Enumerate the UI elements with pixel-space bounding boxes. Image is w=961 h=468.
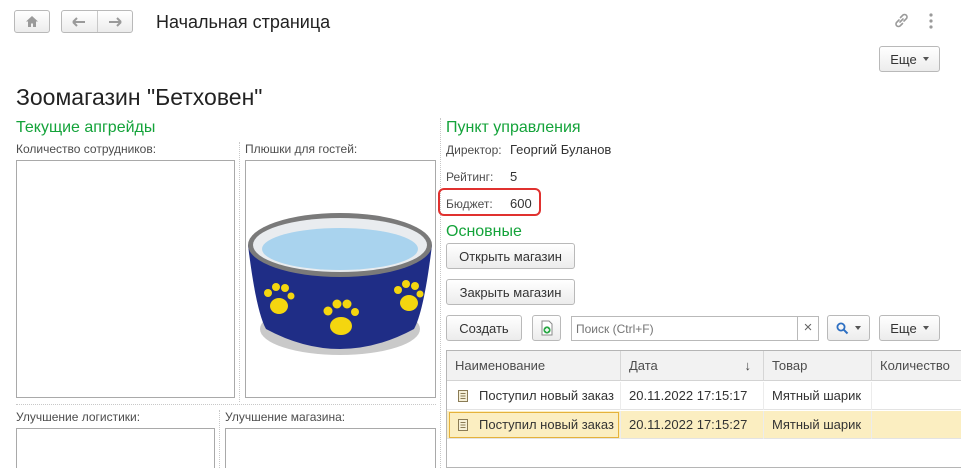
rating-label: Рейтинг: xyxy=(446,170,494,184)
treats-label: Плюшки для гостей: xyxy=(245,142,358,156)
header-more-button[interactable]: Еще xyxy=(879,46,940,72)
column-header-qty[interactable]: Количество xyxy=(872,351,961,381)
link-icon[interactable] xyxy=(893,12,910,29)
budget-value: 600 xyxy=(510,196,532,211)
order-name: Поступил новый заказ xyxy=(479,388,614,403)
table-cell-date: 20.11.2022 17:15:27 xyxy=(621,411,764,439)
header-more-label: Еще xyxy=(890,51,917,67)
page-title: Зоомагазин "Бетховен" xyxy=(16,84,263,110)
column-header-date[interactable]: Дата ↓ xyxy=(621,351,764,381)
table-cell-name: Поступил новый заказ xyxy=(447,382,621,410)
section-divider xyxy=(16,404,436,405)
document-icon xyxy=(458,390,468,402)
table-cell-item: Мятный шарик xyxy=(764,411,872,439)
home-button[interactable] xyxy=(14,10,50,33)
dropdown-arrow-icon xyxy=(922,326,929,330)
table-cell-item: Мятный шарик xyxy=(764,382,872,410)
create-button[interactable]: Создать xyxy=(446,315,522,341)
arrow-right-icon xyxy=(108,16,122,27)
logistics-label: Улучшение логистики: xyxy=(16,410,141,424)
document-add-icon xyxy=(541,320,552,336)
column-header-date-label: Дата xyxy=(629,358,658,373)
document-icon xyxy=(458,419,468,431)
arrow-left-icon xyxy=(72,16,86,27)
sort-arrow-icon: ↓ xyxy=(744,358,752,373)
store-picture xyxy=(225,428,436,468)
table-cell-qty xyxy=(872,382,961,410)
more-vertical-icon[interactable] xyxy=(928,12,934,30)
table-row[interactable]: Поступил новый заказ 20.11.2022 17:15:17… xyxy=(447,382,961,410)
rating-value: 5 xyxy=(510,169,518,184)
table-cell-qty xyxy=(872,411,961,439)
table-cell-date: 20.11.2022 17:15:17 xyxy=(621,382,764,410)
search-options-button[interactable] xyxy=(827,315,870,341)
column-header-item[interactable]: Товар xyxy=(764,351,872,381)
logistics-picture xyxy=(16,428,215,468)
window-title: Начальная страница xyxy=(156,12,331,32)
budget-label: Бюджет: xyxy=(446,197,493,211)
column-header-name[interactable]: Наименование xyxy=(447,351,621,381)
dropdown-arrow-icon xyxy=(922,57,929,61)
store-label: Улучшение магазина: xyxy=(225,410,346,424)
director-value: Георгий Буланов xyxy=(510,142,612,157)
search-clear-button[interactable]: × xyxy=(797,316,819,341)
table-header: Наименование Дата ↓ Товар Количество xyxy=(447,351,961,381)
list-more-button[interactable]: Еще xyxy=(879,315,940,341)
main-divider xyxy=(440,118,441,468)
upgrades-title: Текущие апгрейды xyxy=(16,119,156,136)
staff-label: Количество сотрудников: xyxy=(16,142,157,156)
back-button[interactable] xyxy=(62,11,98,32)
column-divider xyxy=(239,142,240,402)
director-label: Директор: xyxy=(446,143,502,157)
add-from-file-button[interactable] xyxy=(532,315,561,341)
control-title: Пункт управления xyxy=(446,119,581,136)
treats-picture xyxy=(245,160,436,398)
dog-bowl-icon xyxy=(248,213,432,355)
table-cell-name: Поступил новый заказ xyxy=(447,411,621,439)
orders-table[interactable]: Наименование Дата ↓ Товар Количество Пос… xyxy=(446,350,961,468)
open-store-button[interactable]: Открыть магазин xyxy=(446,243,575,269)
search-input[interactable] xyxy=(572,317,797,340)
search-field[interactable] xyxy=(571,316,797,341)
nav-button-group xyxy=(61,10,133,33)
table-row-selected[interactable]: Поступил новый заказ 20.11.2022 17:15:27… xyxy=(447,411,961,439)
close-store-button[interactable]: Закрыть магазин xyxy=(446,279,575,305)
search-icon xyxy=(836,322,849,334)
column-divider-2 xyxy=(219,410,220,468)
home-icon xyxy=(26,16,38,27)
forward-button[interactable] xyxy=(98,11,133,32)
list-more-label: Еще xyxy=(890,320,917,336)
order-name: Поступил новый заказ xyxy=(479,417,614,432)
main-title: Основные xyxy=(446,223,522,240)
dropdown-arrow-icon xyxy=(855,326,861,330)
staff-picture xyxy=(16,160,235,398)
